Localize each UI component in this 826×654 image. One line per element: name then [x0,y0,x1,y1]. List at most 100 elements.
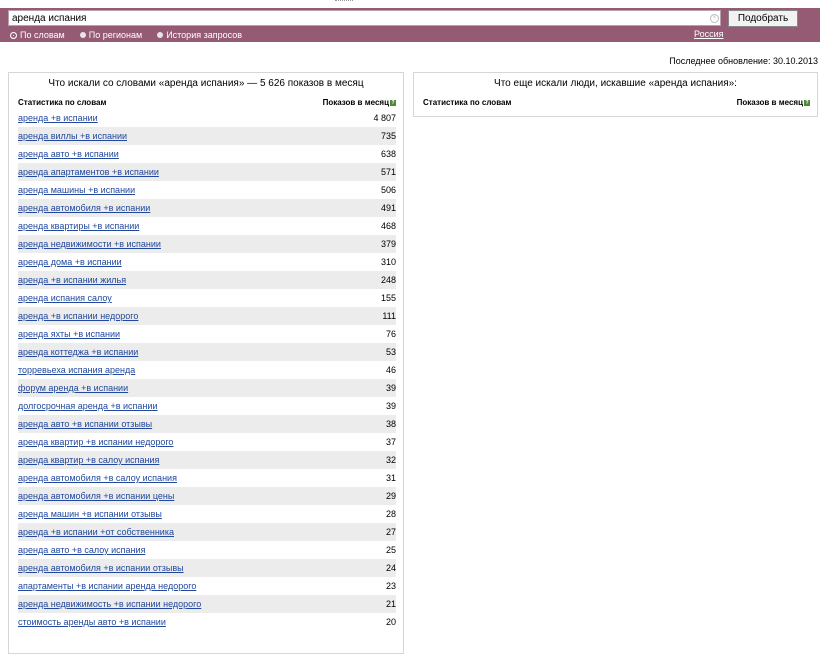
shows-count: 24 [385,563,396,573]
phrase-link[interactable]: аренда дома +в испании [18,257,122,267]
table-row: аренда авто +в салоу испания 25 [18,541,396,559]
words-panel: Что искали со словами «аренда испания» —… [8,72,404,654]
shows-count: 310 [380,257,396,267]
table-row: аренда +в испании 4 807 [18,109,396,127]
table-row: торревьеха испания аренда 46 [18,361,396,379]
mode-by-regions[interactable]: По регионам [79,29,143,41]
phrase-link[interactable]: торревьеха испания аренда [18,365,135,375]
phrase-link[interactable]: форум аренда +в испании [18,383,128,393]
top-notch [335,0,353,4]
clear-icon[interactable]: × [710,14,719,23]
table-row: аренда машин +в испании отзывы 28 [18,505,396,523]
shows-count: 39 [385,383,396,393]
col-shows-header: Показов в месяц? [737,98,810,109]
table-header: Статистика по словам Показов в месяц? [423,98,810,109]
shows-count: 38 [385,419,396,429]
radio-icon[interactable] [79,32,86,38]
table-row: аренда яхты +в испании 76 [18,325,396,343]
phrase-link[interactable]: аренда машин +в испании отзывы [18,509,162,519]
table-header: Статистика по словам Показов в месяц? [18,98,396,109]
table-row: аренда виллы +в испании 735 [18,127,396,145]
phrase-link[interactable]: аренда апартаментов +в испании [18,167,159,177]
mode-label: История запросов [166,30,242,40]
panel-title: Что еще искали люди, искавшие «аренда ис… [494,78,737,89]
shows-count: 379 [380,239,396,249]
table-row: аренда автомобиля +в испании отзывы 24 [18,559,396,577]
phrase-link[interactable]: аренда +в испании [18,113,98,123]
help-icon[interactable]: ? [390,99,396,106]
shows-count: 248 [380,275,396,285]
shows-count: 37 [385,437,396,447]
phrase-link[interactable]: аренда авто +в салоу испания [18,545,145,555]
phrase-link[interactable]: аренда недвижимость +в испании недорого [18,599,201,609]
table-row: аренда недвижимости +в испании 379 [18,235,396,253]
words-table: аренда +в испании 4 807 аренда виллы +в ис… [18,109,396,631]
col-shows-label: Показов в месяц [736,98,803,107]
phrase-link[interactable]: аренда виллы +в испании [18,131,127,141]
search-input[interactable] [8,10,721,26]
radio-selected-icon[interactable] [10,31,17,39]
table-row: аренда недвижимость +в испании недорого 2… [18,595,396,613]
related-panel: Что еще искали люди, искавшие «аренда ис… [413,72,818,117]
table-row: апартаменты +в испании аренда недорого 23 [18,577,396,595]
shows-count: 468 [380,221,396,231]
submit-button[interactable]: Подобрать [728,10,798,27]
phrase-link[interactable]: аренда яхты +в испании [18,329,120,339]
shows-count: 32 [385,455,396,465]
shows-count: 28 [385,509,396,519]
phrase-link[interactable]: аренда авто +в испании [18,149,119,159]
mode-label: По регионам [88,30,143,40]
shows-count: 46 [385,365,396,375]
shows-count: 25 [385,545,396,555]
table-row: аренда авто +в испании 638 [18,145,396,163]
phrase-link[interactable]: аренда автомобиля +в испании отзывы [18,563,184,573]
phrase-link[interactable]: стоимость аренды авто +в испании [18,617,166,627]
phrase-link[interactable]: долгосрочная аренда +в испании [18,401,157,411]
phrase-link[interactable]: аренда машины +в испании [18,185,135,195]
phrase-link[interactable]: аренда испания салоу [18,293,112,303]
shows-count: 23 [385,581,396,591]
table-row: аренда дома +в испании 310 [18,253,396,271]
shows-count: 735 [380,131,396,141]
mode-label: По словам [20,30,65,40]
phrase-link[interactable]: аренда авто +в испании отзывы [18,419,152,429]
table-row: аренда автомобиля +в салоу испания 31 [18,469,396,487]
table-row: аренда +в испании недорого 111 [18,307,396,325]
table-row: аренда квартиры +в испании 468 [18,217,396,235]
radio-icon[interactable] [157,32,164,38]
table-row: аренда авто +в испании отзывы 38 [18,415,396,433]
mode-by-words[interactable]: По словам [10,29,65,41]
panel-title: Что искали со словами «аренда испания» —… [48,78,364,89]
last-updated: Последнее обновление: 30.10.2013 [669,56,818,66]
table-row: аренда испания салоу 155 [18,289,396,307]
phrase-link[interactable]: аренда автомобиля +в испании [18,203,150,213]
col-shows-label: Показов в месяц [322,98,389,107]
shows-count: 39 [385,401,396,411]
shows-count: 571 [380,167,396,177]
shows-count: 111 [382,311,396,321]
phrase-link[interactable]: аренда +в испании +от собственника [18,527,174,537]
phrase-link[interactable]: аренда +в испании недорого [18,311,138,321]
shows-count: 638 [380,149,396,159]
phrase-link[interactable]: аренда автомобиля +в испании цены [18,491,174,501]
phrase-link[interactable]: аренда +в испании жилья [18,275,126,285]
search-mode-group: По словам По регионам История запросов [10,29,257,41]
table-row: аренда +в испании жилья 248 [18,271,396,289]
phrase-link[interactable]: аренда недвижимости +в испании [18,239,161,249]
table-row: аренда +в испании +от собственника 27 [18,523,396,541]
phrase-link[interactable]: аренда автомобиля +в салоу испания [18,473,177,483]
shows-count: 4 807 [373,113,396,123]
phrase-link[interactable]: аренда коттеджа +в испании [18,347,138,357]
phrase-link[interactable]: аренда квартир +в салоу испания [18,455,159,465]
shows-count: 27 [385,527,396,537]
mode-history[interactable]: История запросов [157,29,242,41]
shows-count: 29 [385,491,396,501]
help-icon[interactable]: ? [804,99,810,106]
shows-count: 21 [385,599,396,609]
phrase-link[interactable]: аренда квартиры +в испании [18,221,139,231]
phrase-link[interactable]: аренда квартир +в испании недорого [18,437,173,447]
phrase-link[interactable]: апартаменты +в испании аренда недорого [18,581,196,591]
table-row: стоимость аренды авто +в испании 20 [18,613,396,631]
region-link[interactable]: Россия [694,29,724,39]
table-row: аренда апартаментов +в испании 571 [18,163,396,181]
